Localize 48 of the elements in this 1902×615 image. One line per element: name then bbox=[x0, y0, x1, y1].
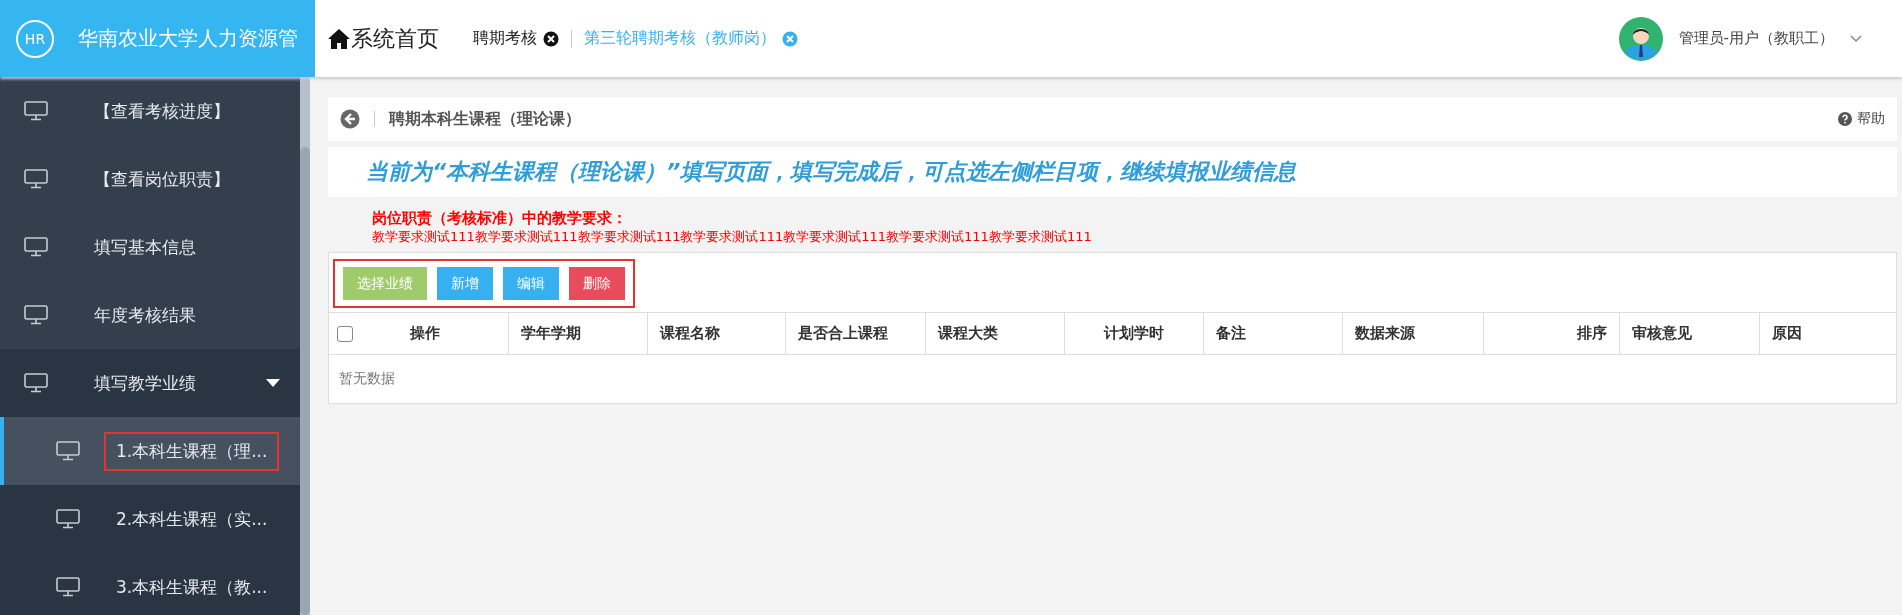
system-title: 华南农业大学人力资源管 bbox=[78, 25, 298, 52]
chevron-down-icon[interactable] bbox=[1850, 34, 1862, 43]
page-tab[interactable]: 聘期考核 bbox=[461, 28, 571, 49]
caret-down-icon bbox=[266, 379, 280, 387]
column-header[interactable]: 是否合上课程 bbox=[798, 324, 889, 342]
sidebar-subitem[interactable]: 3.本科生课程（教... bbox=[0, 553, 300, 615]
column-header[interactable]: 原因 bbox=[1771, 324, 1802, 342]
help-link[interactable]: 帮助 bbox=[1838, 110, 1885, 128]
column-header[interactable]: 课程大类 bbox=[937, 324, 998, 342]
back-icon[interactable] bbox=[340, 109, 360, 129]
logo-badge: HR bbox=[16, 19, 54, 58]
sidebar-subitem[interactable]: 2.本科生课程（实... bbox=[0, 485, 300, 553]
column-header[interactable]: 审核意见 bbox=[1632, 324, 1693, 342]
sidebar-item[interactable]: 填写教学业绩 bbox=[0, 349, 300, 417]
select-all-checkbox[interactable] bbox=[337, 326, 353, 342]
close-icon[interactable] bbox=[543, 30, 559, 47]
page-title: 聘期本科生课程（理论课） bbox=[389, 108, 581, 130]
column-header[interactable]: 课程名称 bbox=[659, 324, 720, 342]
home-link[interactable]: 系统首页 bbox=[327, 23, 439, 54]
sidebar-subitem[interactable]: 1.本科生课程（理... bbox=[0, 417, 300, 485]
column-header[interactable]: 操作 bbox=[409, 324, 440, 342]
monitor-icon bbox=[24, 169, 48, 189]
monitor-icon bbox=[24, 373, 48, 393]
monitor-icon bbox=[24, 101, 48, 121]
help-icon bbox=[1838, 112, 1852, 126]
requirement-title: 岗位职责（考核标准）中的教学要求： bbox=[372, 209, 627, 228]
avatar-icon[interactable] bbox=[1618, 16, 1663, 61]
instruction-text: 当前为“本科生课程（理论课）”填写页面，填写完成后，可点选左侧栏目项，继续填报业绩信息 bbox=[366, 158, 1297, 186]
monitor-icon bbox=[56, 577, 80, 597]
column-header[interactable]: 排序 bbox=[1577, 324, 1608, 342]
monitor-icon bbox=[56, 509, 80, 529]
sidebar-item[interactable]: 年度考核结果 bbox=[0, 281, 300, 349]
column-header[interactable]: 数据来源 bbox=[1355, 324, 1416, 342]
monitor-icon bbox=[24, 305, 48, 325]
scrollbar[interactable] bbox=[300, 77, 310, 615]
home-icon bbox=[327, 27, 351, 50]
column-header[interactable]: 备注 bbox=[1215, 324, 1246, 342]
toolbar-button[interactable]: 删除 bbox=[569, 267, 625, 300]
sidebar-item[interactable]: 【查看考核进度】 bbox=[0, 77, 300, 145]
user-name[interactable]: 管理员-用户（教职工） bbox=[1678, 29, 1834, 48]
requirement-text: 教学要求测试111教学要求测试111教学要求测试111教学要求测试111教学要求测试111教学要求测试111教学要求测试111 bbox=[372, 228, 1092, 246]
column-header[interactable]: 计划学时 bbox=[1104, 324, 1165, 342]
column-header[interactable]: 学年学期 bbox=[521, 324, 582, 342]
sidebar-item[interactable]: 填写基本信息 bbox=[0, 213, 300, 281]
empty-message: 暂无数据 bbox=[329, 354, 1896, 403]
monitor-icon bbox=[24, 237, 48, 257]
monitor-icon bbox=[56, 441, 80, 461]
sidebar-item[interactable]: 【查看岗位职责】 bbox=[0, 145, 300, 213]
